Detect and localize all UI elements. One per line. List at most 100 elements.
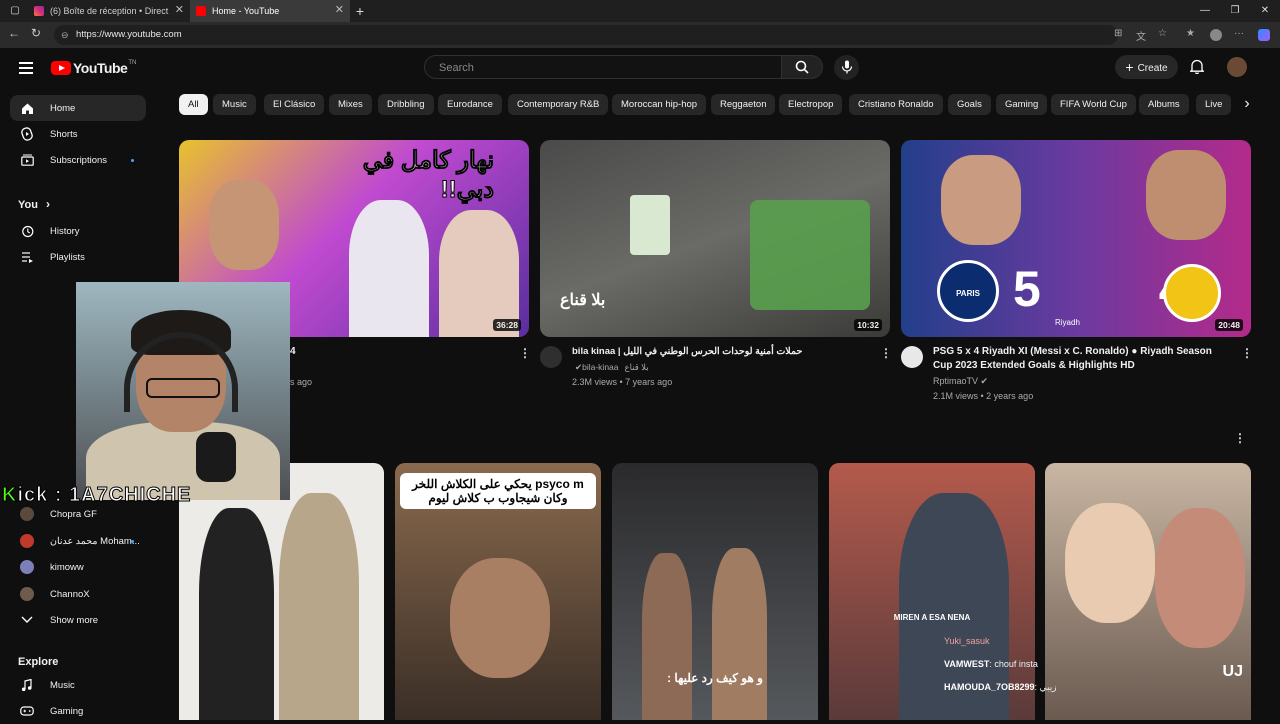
chat-message: : زيبي (1034, 682, 1057, 692)
chat-user: VAMWEST (944, 659, 990, 669)
video-channel[interactable]: بلا قناع ✔bila-kinaa (575, 362, 649, 373)
chip-cristiano-ronaldo[interactable]: Cristiano Ronaldo (849, 94, 943, 115)
more-icon[interactable]: ··· (1234, 28, 1244, 39)
more-actions-icon[interactable]: ⋮ (880, 346, 892, 360)
video-title[interactable]: PSG 5 x 4 Riyadh XI (Messi x C. Ronaldo)… (933, 345, 1233, 373)
show-more-button[interactable]: Show more (10, 607, 146, 633)
video-title[interactable]: 4 (290, 345, 296, 359)
microphone-icon (841, 60, 852, 74)
account-avatar[interactable] (1227, 57, 1247, 77)
tab-actions-icon[interactable]: ▢ (0, 0, 30, 22)
close-tab-icon[interactable]: ✕ (175, 3, 184, 16)
sidebar-item-playlists[interactable]: Playlists (10, 244, 146, 270)
sidebar-item-music[interactable]: Music (10, 672, 146, 698)
thumbnail-person (1065, 503, 1155, 623)
chip-dribbling[interactable]: Dribbling (378, 94, 434, 115)
thumbnail-person (199, 508, 274, 720)
search-button[interactable] (781, 55, 823, 79)
history-icon (20, 224, 34, 238)
shorts-thumbnail[interactable]: و هو كيف رد عليها : (612, 463, 818, 720)
new-tab-button[interactable]: + (345, 0, 375, 22)
chevron-right-icon: › (46, 197, 51, 211)
chip-moroccan-hip-hop[interactable]: Moroccan hip-hop (612, 94, 707, 115)
app-icon[interactable]: ⊞ (1114, 28, 1122, 39)
notifications-bell-icon[interactable] (1190, 59, 1204, 74)
more-actions-icon[interactable]: ⋮ (519, 346, 531, 360)
sidebar-item-subscriptions[interactable]: Subscriptions (10, 147, 146, 173)
video-meta: 2.1M views • 2 years ago (933, 391, 1034, 401)
minimize-icon[interactable]: — (1190, 0, 1220, 22)
chat-line: Yuki_sasuk (944, 630, 1049, 653)
sidebar-item-home[interactable]: Home (10, 95, 146, 121)
logo-country: TN (128, 60, 137, 66)
sidebar-item-label: Home (50, 102, 76, 114)
verified-icon: ✔ (980, 376, 989, 386)
favorites-icon[interactable]: ★ (1186, 28, 1195, 39)
sidebar-item-label: Subscriptions (50, 154, 108, 166)
sidebar-item-gaming[interactable]: Gaming (10, 698, 146, 724)
site-info-icon[interactable]: ⊖ (61, 25, 69, 45)
close-window-icon[interactable]: ✕ (1250, 0, 1280, 22)
chip-goals[interactable]: Goals (948, 94, 991, 115)
channel-avatar[interactable] (540, 346, 562, 368)
gaming-icon (20, 704, 34, 718)
copilot-icon[interactable] (1258, 29, 1270, 41)
search-box[interactable] (424, 55, 782, 80)
voice-search-button[interactable] (834, 55, 859, 80)
sidebar-channel-kimoww[interactable]: kimoww (10, 554, 146, 580)
translate-icon[interactable]: 文 (1136, 28, 1146, 43)
chip-contemporary-r-b[interactable]: Contemporary R&B (508, 94, 609, 115)
video-title[interactable]: bila kinaa | حملات أمنية لوحدات الحرس ال… (572, 345, 872, 359)
video-meta: 2.3M views • 7 years ago (572, 377, 673, 387)
shorts-thumbnail[interactable]: UJ (1045, 463, 1251, 720)
hamburger-menu-icon[interactable] (19, 62, 33, 77)
profile-icon[interactable] (1210, 29, 1222, 41)
sidebar-item-history[interactable]: History (10, 218, 146, 244)
chip-music[interactable]: Music (213, 94, 256, 115)
new-content-dot (131, 158, 134, 162)
video-thumbnail[interactable]: بلا قناع 10:32 (540, 140, 890, 337)
reload-icon[interactable]: ↻ (31, 26, 41, 40)
video-channel[interactable]: RptimaoTV ✔ (933, 376, 988, 387)
chat-message: : chouf insta (989, 659, 1038, 669)
you-section-header[interactable]: You › (18, 197, 50, 211)
chip-live[interactable]: Live (1196, 94, 1232, 115)
chip-gaming[interactable]: Gaming (996, 94, 1048, 115)
shorts-caption: psyco m يحكي على الكلاش اللخر وكان شيجاو… (400, 473, 596, 509)
shorts-thumbnail[interactable] (179, 463, 384, 720)
video-meta: s ago (290, 377, 313, 387)
chip-all[interactable]: All (179, 94, 208, 115)
tab-instagram[interactable]: (6) Boîte de réception • Direct ✕ (28, 0, 190, 22)
url-field[interactable]: ⊖ https://www.youtube.com (54, 25, 1118, 45)
create-button[interactable]: + Create (1115, 55, 1178, 79)
chip-electropop[interactable]: Electropop (779, 94, 843, 115)
video-thumbnail[interactable]: PARIS 5 4 Riyadh 20:48 (901, 140, 1251, 337)
channel-avatar (20, 560, 34, 574)
close-tab-icon[interactable]: ✕ (335, 3, 344, 16)
sidebar-channel-channox[interactable]: ChannoX (10, 581, 146, 607)
more-actions-icon[interactable]: ⋮ (1241, 346, 1253, 360)
chip-el-cl-sico[interactable]: El Clásico (264, 94, 325, 115)
maximize-icon[interactable]: ❐ (1220, 0, 1250, 22)
youtube-play-icon (51, 61, 71, 75)
chip-albums[interactable]: Albums (1139, 94, 1189, 115)
shorts-thumbnail[interactable]: psyco m يحكي على الكلاش اللخر وكان شيجاو… (395, 463, 601, 720)
sidebar-channel-mohamed[interactable]: محمد عدنان Moham... (10, 528, 146, 554)
youtube-logo[interactable]: YouTube TN (51, 60, 136, 76)
channel-name: ChannoX (50, 588, 90, 600)
chip-reggaeton[interactable]: Reggaeton (711, 94, 776, 115)
chips-next-button[interactable]: › (1236, 93, 1258, 115)
channel-avatar[interactable] (901, 346, 923, 368)
sidebar-item-shorts[interactable]: Shorts (10, 121, 146, 147)
back-icon[interactable]: ← (8, 26, 20, 40)
home-icon (20, 101, 34, 115)
video-duration: 20:48 (1215, 319, 1243, 331)
favorite-star-icon[interactable]: ☆ (1158, 28, 1167, 39)
shorts-more-actions-icon[interactable]: ⋮ (1234, 431, 1246, 445)
chip-mixes[interactable]: Mixes (329, 94, 372, 115)
tab-youtube[interactable]: Home - YouTube ✕ (190, 0, 350, 22)
chat-user: HAMOUDA_7OB8299 (944, 682, 1035, 692)
chip-eurodance[interactable]: Eurodance (438, 94, 502, 115)
search-input[interactable] (425, 56, 771, 80)
chip-fifa-world-cup[interactable]: FIFA World Cup (1051, 94, 1136, 115)
